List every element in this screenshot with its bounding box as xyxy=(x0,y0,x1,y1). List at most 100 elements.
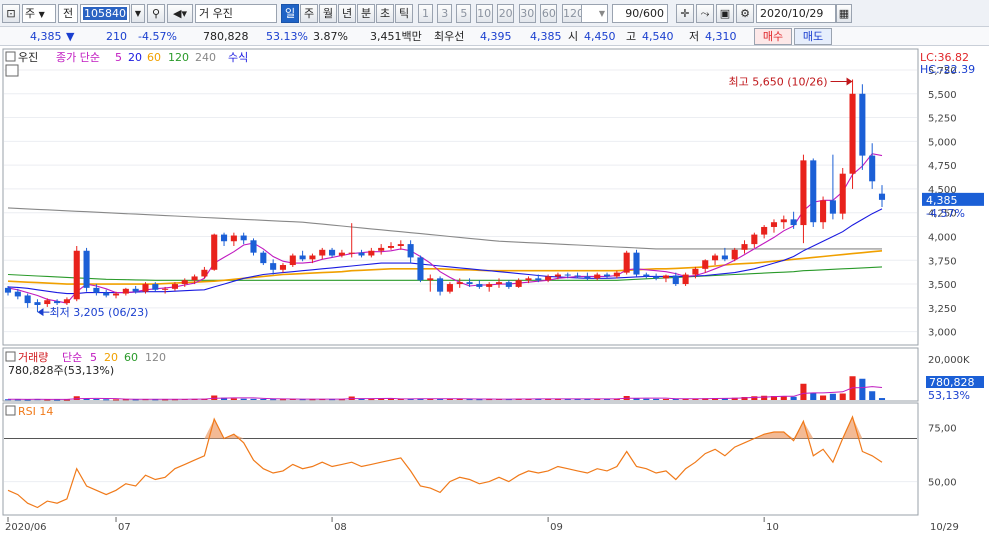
stock-chart[interactable]: 5,7505,5005,2505,0004,7504,5004,2504,000… xyxy=(0,46,989,540)
high-label: 고 xyxy=(626,30,637,43)
best-bid: 4,385 xyxy=(530,30,562,43)
candle-body xyxy=(309,255,316,260)
candle-body xyxy=(751,234,758,245)
x-label: 07 xyxy=(118,522,131,533)
volume-bar xyxy=(93,399,100,400)
code-dropdown-button[interactable]: ▼ xyxy=(131,4,145,23)
crosshair-icon[interactable]: ✛ xyxy=(676,4,694,23)
interval-button-10[interactable]: 10 xyxy=(475,4,493,23)
candle-body xyxy=(230,235,237,242)
current-pct-label: -4.57% xyxy=(926,207,965,220)
low-label: 저 xyxy=(689,30,700,43)
candle-body xyxy=(731,249,738,260)
period-tab-3[interactable]: 년 xyxy=(338,4,356,23)
stock-code-input[interactable]: 105840 xyxy=(80,4,130,23)
interval-button-3[interactable]: 3 xyxy=(437,4,453,23)
candle-body xyxy=(338,252,345,256)
candle-body xyxy=(594,274,601,279)
high-price: 4,540 xyxy=(642,30,674,43)
stock-name: 우진 xyxy=(212,7,233,20)
sound-icon[interactable]: ◀▾ xyxy=(167,4,193,23)
candle-body xyxy=(437,278,444,292)
date-field[interactable]: 2020/10/29 xyxy=(756,4,836,23)
candle-body xyxy=(515,280,522,287)
candle-body xyxy=(810,160,817,223)
chart-toolbar: ⊡ 주 ▼ 전 105840 ▼ ⚲ ◀▾ 거 우진 ▼ 90/600 ✛ ⤳ … xyxy=(0,0,989,27)
candle-body xyxy=(662,275,669,279)
period-tab-1[interactable]: 주 xyxy=(300,4,318,23)
volume-bar xyxy=(103,399,110,401)
candle-body xyxy=(849,93,856,174)
search-icon[interactable]: ⚲ xyxy=(147,4,165,23)
interval-button-5[interactable]: 5 xyxy=(456,4,472,23)
period-tab-4[interactable]: 분 xyxy=(357,4,375,23)
stock-name-prefix: 거 xyxy=(199,7,210,20)
volume-bar xyxy=(839,393,846,400)
sell-button[interactable]: 매도 xyxy=(794,28,832,45)
volume-bar xyxy=(662,398,669,400)
volume-menu-icon[interactable] xyxy=(5,351,16,362)
volume-bar xyxy=(250,398,257,400)
period-tab-5[interactable]: 초 xyxy=(376,4,394,23)
save-icon[interactable]: ▣ xyxy=(716,4,734,23)
candle-body xyxy=(191,276,198,281)
high-annotation-text: 최고 5,650 (10/26) xyxy=(729,75,828,88)
candle-body xyxy=(122,288,129,294)
period-tab-2[interactable]: 월 xyxy=(319,4,337,23)
legend-grid-icon[interactable] xyxy=(5,64,19,77)
period-tab-6[interactable]: 틱 xyxy=(395,4,413,23)
volume-ma120: 120 xyxy=(145,351,166,364)
candle-body xyxy=(4,287,12,293)
x-label: 2020/06 xyxy=(5,522,47,533)
volume-bar xyxy=(240,398,247,400)
candle-body xyxy=(260,252,267,264)
candle-body xyxy=(643,274,650,277)
period-tab-0[interactable]: 일 xyxy=(281,4,299,23)
volume-bar xyxy=(829,393,836,400)
interval-button-60[interactable]: 60 xyxy=(540,4,558,23)
market-type-select[interactable]: 주 ▼ xyxy=(22,4,56,23)
data-count-field[interactable]: 90/600 xyxy=(612,4,668,23)
candle-body xyxy=(574,275,581,277)
calendar-icon[interactable]: ▦ xyxy=(836,4,852,23)
candle-body xyxy=(820,200,827,223)
buy-button[interactable]: 매수 xyxy=(754,28,792,45)
candle-body xyxy=(878,193,886,200)
interval-button-30[interactable]: 30 xyxy=(518,4,536,23)
volume-bar xyxy=(761,395,768,400)
interval-button-120[interactable]: 120 xyxy=(562,4,582,23)
candle-body xyxy=(525,278,532,281)
candle-body xyxy=(603,274,611,277)
volume-ma60: 60 xyxy=(124,351,138,364)
rsi-menu-icon[interactable] xyxy=(5,405,16,416)
rsi-panel xyxy=(2,402,919,516)
volume-bar xyxy=(73,396,80,400)
volume-bar xyxy=(387,398,395,400)
candle-body xyxy=(103,292,110,296)
volume-value: 780,828 xyxy=(203,30,249,43)
candle-body xyxy=(270,263,277,270)
current-price-tag-text: 4,385 xyxy=(926,194,958,207)
gear-icon[interactable]: ⚙ xyxy=(736,4,754,23)
candle-body xyxy=(142,284,149,292)
chart-settings-icon[interactable]: ⊡ xyxy=(2,4,20,23)
price-ytick: 3,500 xyxy=(928,280,957,291)
legend-menu-icon[interactable] xyxy=(5,51,16,62)
candle-body xyxy=(73,250,80,300)
candle-body xyxy=(54,301,61,304)
candle-body xyxy=(63,299,70,304)
prefix-select[interactable]: 전 xyxy=(58,4,78,23)
candle-body xyxy=(34,302,41,305)
candle-body xyxy=(770,222,778,227)
candle-body xyxy=(279,265,287,270)
change-down-icon: ▼ xyxy=(66,30,75,43)
candle-body xyxy=(839,173,846,214)
candle-body xyxy=(329,249,336,256)
stock-name-field[interactable]: 거 우진 xyxy=(195,4,277,23)
interval-button-1[interactable]: 1 xyxy=(418,4,433,23)
compare-chart-icon[interactable]: ⤳ xyxy=(696,4,714,23)
interval-button-20[interactable]: 20 xyxy=(497,4,515,23)
candle-body xyxy=(417,257,424,281)
candle-body xyxy=(456,282,463,285)
rsi-title: RSI 14 xyxy=(18,405,53,418)
